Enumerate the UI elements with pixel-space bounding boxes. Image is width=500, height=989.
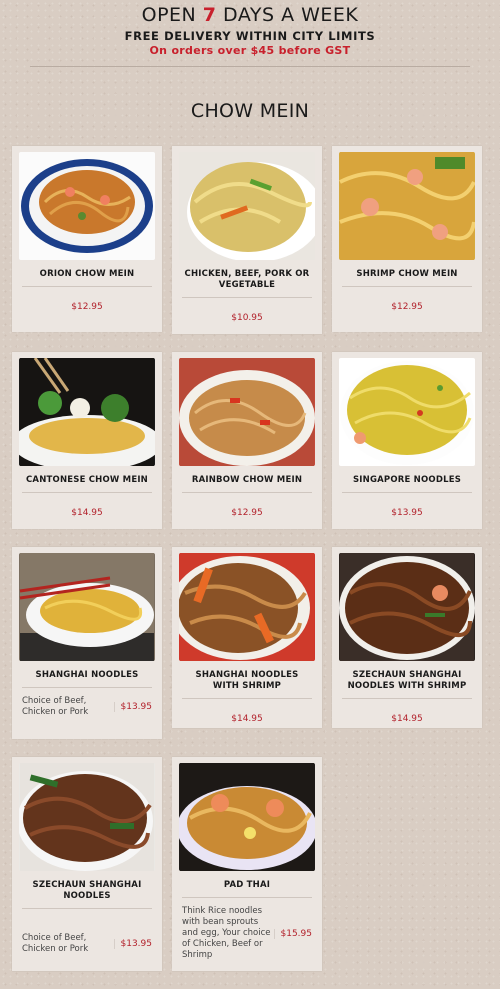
item-price: $13.95	[391, 508, 423, 518]
open-text: OPEN	[141, 4, 203, 26]
item-price: $13.95	[113, 702, 152, 712]
item-name: RAINBOW CHOW MEIN	[191, 475, 303, 485]
item-divider	[182, 897, 312, 898]
free-delivery-text: FREE DELIVERY WITHIN CITY LIMITS	[124, 29, 376, 43]
section-title: CHOW MEIN	[190, 100, 310, 122]
item-name: CANTONESE CHOW MEIN	[25, 475, 148, 485]
dish-photo	[179, 553, 315, 661]
item-description: Think Rice noodles with bean sprouts and…	[182, 906, 271, 960]
dish-photo	[339, 553, 475, 661]
item-name: SZECHAUN SHANGHAI NOODLES	[32, 880, 142, 901]
order-minimum-text: On orders over $45 before GST	[149, 44, 351, 57]
menu-card-shanghai-noodles[interactable]: SHANGHAI NOODLES Choice of Beef, Chicken…	[12, 547, 162, 739]
menu-card-cantonese-chow-mein[interactable]: CANTONESE CHOW MEIN $14.95	[12, 352, 162, 529]
dish-photo	[19, 553, 155, 661]
dish-photo	[179, 763, 315, 871]
menu-card-rainbow-chow-mein[interactable]: RAINBOW CHOW MEIN $12.95	[172, 352, 322, 529]
item-name: PAD THAI	[223, 880, 271, 890]
item-detail-row: Think Rice noodles with bean sprouts and…	[182, 906, 312, 961]
item-divider	[182, 492, 312, 493]
item-divider	[342, 492, 472, 493]
item-divider	[342, 286, 472, 287]
dish-photo	[179, 152, 315, 260]
item-divider	[22, 492, 152, 493]
item-name: ORION CHOW MEIN	[39, 269, 135, 279]
item-name: CHICKEN, BEEF, PORK OR VEGETABLE	[184, 269, 310, 290]
dish-photo	[19, 358, 155, 466]
item-divider	[342, 698, 472, 699]
dish-photo	[179, 358, 315, 466]
item-price: $14.95	[231, 714, 263, 724]
open-days-number: 7	[202, 4, 217, 26]
item-price: $10.95	[231, 313, 263, 323]
header-divider	[30, 66, 470, 67]
item-price: $12.95	[71, 302, 103, 312]
item-name: SHRIMP CHOW MEIN	[356, 269, 458, 279]
menu-card-szechaun-shanghai-noodles[interactable]: SZECHAUN SHANGHAI NOODLES Choice of Beef…	[12, 757, 162, 971]
menu-card-chicken-beef-pork-or-vegetable[interactable]: CHICKEN, BEEF, PORK OR VEGETABLE $10.95	[172, 146, 322, 334]
item-description: Choice of Beef, Chicken or Pork	[22, 696, 89, 717]
delivery-banner: OPEN 7 DAYS A WEEK FREE DELIVERY WITHIN …	[0, 0, 500, 57]
menu-card-pad-thai[interactable]: PAD THAI Think Rice noodles with bean sp…	[172, 757, 322, 971]
item-name: SINGAPORE NOODLES	[352, 475, 462, 485]
item-price: $12.95	[231, 508, 263, 518]
item-price: $14.95	[391, 714, 423, 724]
item-divider	[22, 908, 152, 909]
menu-card-singapore-noodles[interactable]: SINGAPORE NOODLES $13.95	[332, 352, 482, 529]
open-text-suffix: DAYS A WEEK	[216, 4, 359, 26]
item-price: $12.95	[391, 302, 423, 312]
item-name: SHANGHAI NOODLES	[35, 670, 139, 680]
menu-card-shanghai-noodles-with-shrimp[interactable]: SHANGHAI NOODLES WITH SHRIMP $14.95	[172, 547, 322, 728]
item-divider	[22, 687, 152, 688]
menu-card-shrimp-chow-mein[interactable]: SHRIMP CHOW MEIN $12.95	[332, 146, 482, 332]
item-description: Choice of Beef, Chicken or Pork	[22, 933, 89, 954]
open-days-heading: OPEN 7 DAYS A WEEK	[0, 3, 500, 27]
dish-photo	[339, 358, 475, 466]
item-detail-row: Choice of Beef, Chicken or Pork $13.95	[22, 933, 152, 955]
dish-photo	[19, 152, 155, 260]
item-detail-row: Choice of Beef, Chicken or Pork $13.95	[22, 696, 152, 718]
item-price: $13.95	[113, 939, 152, 949]
item-name: SZECHAUN SHANGHAI NOODLES WITH SHRIMP	[347, 670, 467, 691]
item-divider	[22, 286, 152, 287]
dish-photo	[339, 152, 475, 260]
item-price: $14.95	[71, 508, 103, 518]
dish-photo	[19, 763, 155, 871]
menu-card-orion-chow-mein[interactable]: ORION CHOW MEIN $12.95	[12, 146, 162, 332]
item-divider	[182, 698, 312, 699]
menu-card-szechaun-shanghai-noodles-with-shrimp[interactable]: SZECHAUN SHANGHAI NOODLES WITH SHRIMP $1…	[332, 547, 482, 728]
item-price: $15.95	[273, 928, 312, 939]
item-name: SHANGHAI NOODLES WITH SHRIMP	[195, 670, 299, 691]
item-divider	[182, 297, 312, 298]
